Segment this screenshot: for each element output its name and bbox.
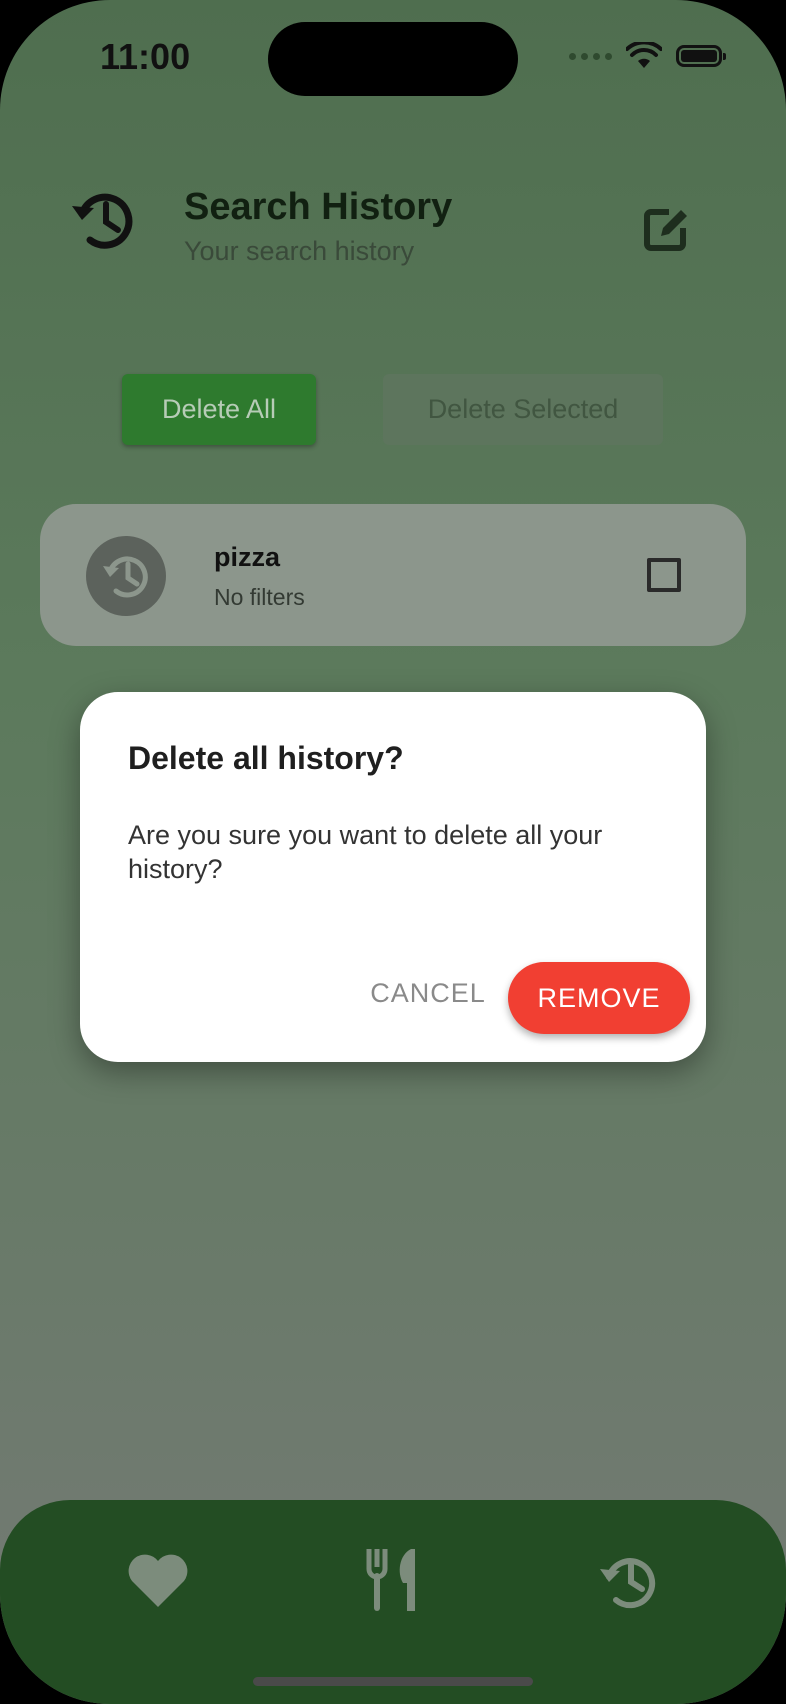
status-time: 11:00 xyxy=(100,36,191,77)
bottom-navigation xyxy=(0,1500,786,1704)
home-indicator[interactable] xyxy=(253,1677,533,1686)
history-avatar xyxy=(86,536,166,616)
history-icon xyxy=(600,1558,656,1609)
history-icon xyxy=(72,193,133,249)
nav-recipes[interactable] xyxy=(353,1540,433,1620)
nav-favorites[interactable] xyxy=(118,1540,198,1620)
restaurant-icon xyxy=(366,1549,415,1611)
dialog-title: Delete all history? xyxy=(128,740,404,776)
heart-icon xyxy=(128,1554,188,1607)
wifi-icon xyxy=(626,42,662,68)
page-subtitle: Your search history xyxy=(184,236,415,266)
nav-history[interactable] xyxy=(588,1540,668,1620)
history-list-item[interactable]: pizza No filters xyxy=(40,504,746,646)
page-title: Search History xyxy=(184,186,453,228)
delete-selected-button[interactable]: Delete Selected xyxy=(383,374,663,445)
edit-icon xyxy=(644,208,687,251)
dialog-message: Are you sure you want to delete all your… xyxy=(128,820,603,884)
signal-icon xyxy=(569,52,612,60)
phone-screen: 11:00 Search History Your search history… xyxy=(0,0,786,1704)
cancel-button[interactable]: CANCEL xyxy=(348,958,508,1028)
confirm-dialog: Delete all history? Are you sure you wan… xyxy=(80,692,706,1062)
edit-button[interactable] xyxy=(636,200,696,260)
history-query: pizza xyxy=(214,542,281,572)
dynamic-island xyxy=(268,22,518,96)
battery-icon xyxy=(676,45,726,67)
remove-button[interactable]: REMOVE xyxy=(508,962,690,1034)
history-checkbox[interactable] xyxy=(647,558,681,592)
history-filters: No filters xyxy=(214,584,305,610)
history-icon xyxy=(103,556,148,598)
status-icons xyxy=(569,42,726,70)
delete-all-button[interactable]: Delete All xyxy=(122,374,316,445)
